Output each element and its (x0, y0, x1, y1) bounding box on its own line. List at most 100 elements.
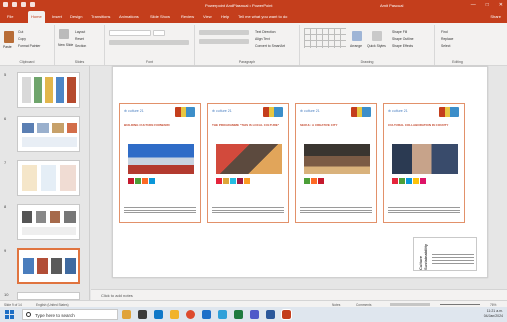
vertical-title: Culture Sustainability (418, 243, 428, 270)
chrome-icon[interactable] (186, 310, 195, 319)
section-button[interactable]: Section (75, 44, 86, 48)
powerpoint-icon[interactable] (281, 309, 292, 320)
slide-thumbnail-selected[interactable] (17, 248, 80, 284)
slide-counter: Slide 9 of 14 (4, 302, 22, 307)
new-slide-icon[interactable] (59, 29, 69, 39)
tab-review[interactable]: Review (181, 14, 194, 19)
language-indicator[interactable]: English (United States) (36, 303, 69, 307)
culture-sustainability-card[interactable]: Culture Sustainability (413, 237, 477, 271)
shapes-gallery[interactable] (304, 28, 346, 48)
undo-icon[interactable] (12, 2, 17, 7)
thumb-number: 9 (4, 248, 7, 253)
windows-start-icon[interactable] (5, 310, 14, 319)
word-icon[interactable] (266, 310, 275, 319)
tab-view[interactable]: View (203, 14, 212, 19)
tab-design[interactable]: Design (70, 14, 82, 19)
status-bar: Slide 9 of 14 English (United States) No… (0, 300, 507, 307)
mail-icon[interactable] (202, 310, 211, 319)
shape-fill-button[interactable]: Shape Fill (392, 30, 407, 34)
tab-slide-show[interactable]: Slide Show (150, 14, 170, 19)
reset-button[interactable]: Reset (75, 37, 84, 41)
cortana-icon[interactable] (122, 310, 131, 319)
store-icon[interactable] (218, 310, 227, 319)
card-title: BUILDING CULTURE FORWARD (124, 123, 170, 127)
slide-thumbnail[interactable] (17, 116, 80, 152)
paste-button[interactable]: Paste (3, 45, 12, 49)
file-explorer-icon[interactable] (170, 310, 179, 319)
drawing-group: Arrange Quick Styles Shape Fill Shape Ou… (300, 25, 435, 65)
font-format-buttons[interactable] (109, 40, 189, 45)
comments-button[interactable]: Comments (356, 303, 371, 307)
arrange-icon[interactable] (352, 31, 362, 41)
edge-icon[interactable] (154, 310, 163, 319)
case-study-card[interactable]: ⊕ culture 21 THE PROGRAMME "THIS IS LOCA… (207, 103, 289, 223)
case-study-card[interactable]: ⊕ culture 21 SEOUL: A CREATIVE CITY (295, 103, 377, 223)
font-size-box[interactable] (153, 30, 165, 36)
arrange-button[interactable]: Arrange (350, 44, 362, 48)
tab-insert[interactable]: Insert (52, 14, 62, 19)
card-text (300, 207, 372, 215)
shape-outline-button[interactable]: Shape Outline (392, 37, 414, 41)
excel-icon[interactable] (234, 310, 243, 319)
windows-taskbar: Type here to search 11:21 a.m. 04/Jan/20… (0, 307, 507, 322)
slide-thumbnail[interactable] (17, 292, 80, 300)
copy-button[interactable]: Copy (18, 37, 26, 41)
cut-button[interactable]: Cut (18, 30, 23, 34)
list-buttons[interactable] (199, 30, 249, 35)
notes-pane[interactable]: Click to add notes (91, 289, 507, 300)
redo-icon[interactable] (21, 2, 26, 7)
culture21-logo: ⊕ culture 21 (212, 109, 232, 113)
editing-label: Editing (452, 60, 463, 64)
notes-placeholder: Click to add notes (101, 293, 133, 298)
share-button[interactable]: Share (490, 14, 501, 19)
card-title: SEOUL: A CREATIVE CITY (300, 123, 338, 127)
zoom-slider[interactable] (440, 304, 480, 305)
quick-styles-button[interactable]: Quick Styles (367, 44, 386, 48)
layout-button[interactable]: Layout (75, 30, 85, 34)
tab-file[interactable]: File (7, 14, 13, 19)
text-direction-button[interactable]: Text Direction (255, 30, 276, 34)
tab-home[interactable]: Home (28, 11, 45, 23)
clock-date: 04/Jan/2024 (483, 314, 503, 318)
view-buttons[interactable] (390, 302, 430, 306)
close-button[interactable]: ✕ (499, 2, 503, 8)
partner-badge (263, 107, 283, 117)
tell-me-search[interactable]: Tell me what you want to do (238, 14, 287, 19)
quick-styles-icon[interactable] (372, 31, 382, 41)
paste-icon[interactable] (4, 31, 14, 43)
format-painter-button[interactable]: Format Painter (18, 44, 40, 48)
maximize-button[interactable]: □ (486, 2, 489, 8)
align-buttons[interactable] (199, 39, 249, 44)
convert-smartart-button[interactable]: Convert to SmartArt (255, 44, 285, 48)
current-slide[interactable]: ⊕ culture 21 BUILDING CULTURE FORWARD ⊕ … (112, 66, 488, 278)
tab-transitions[interactable]: Transitions (91, 14, 110, 19)
taskbar-search-box[interactable]: Type here to search (22, 309, 118, 320)
find-button[interactable]: Find (441, 30, 448, 34)
teams-icon[interactable] (250, 310, 259, 319)
minimize-button[interactable]: — (471, 2, 476, 8)
select-button[interactable]: Select (441, 44, 450, 48)
user-name[interactable]: Amit Pascual (380, 3, 403, 8)
customize-icon[interactable] (30, 2, 35, 7)
font-name-box[interactable] (109, 30, 151, 36)
slide-thumbnail[interactable] (17, 204, 80, 240)
shape-effects-button[interactable]: Shape Effects (392, 44, 413, 48)
save-icon[interactable] (3, 2, 8, 7)
slide-thumbnail[interactable] (17, 160, 80, 196)
slide-thumbnail[interactable] (17, 72, 80, 108)
tab-animations[interactable]: Animations (119, 14, 139, 19)
paragraph-label: Paragraph (238, 60, 256, 64)
task-view-icon[interactable] (138, 310, 147, 319)
zoom-level[interactable]: 76% (490, 303, 496, 307)
clipboard-label: Clipboard (19, 60, 35, 64)
notes-button[interactable]: Notes (332, 303, 340, 307)
search-placeholder: Type here to search (35, 313, 75, 318)
card-text (432, 254, 474, 266)
tab-help[interactable]: Help (221, 14, 229, 19)
case-study-card[interactable]: ⊕ culture 21 CULTURAL COLLABORATION IN C… (383, 103, 465, 223)
new-slide-button[interactable]: New Slide (58, 43, 73, 47)
align-text-button[interactable]: Align Text (255, 37, 270, 41)
system-tray[interactable]: 11:21 a.m. 04/Jan/2024 (484, 309, 503, 319)
replace-button[interactable]: Replace (441, 37, 453, 41)
case-study-card[interactable]: ⊕ culture 21 BUILDING CULTURE FORWARD (119, 103, 201, 223)
